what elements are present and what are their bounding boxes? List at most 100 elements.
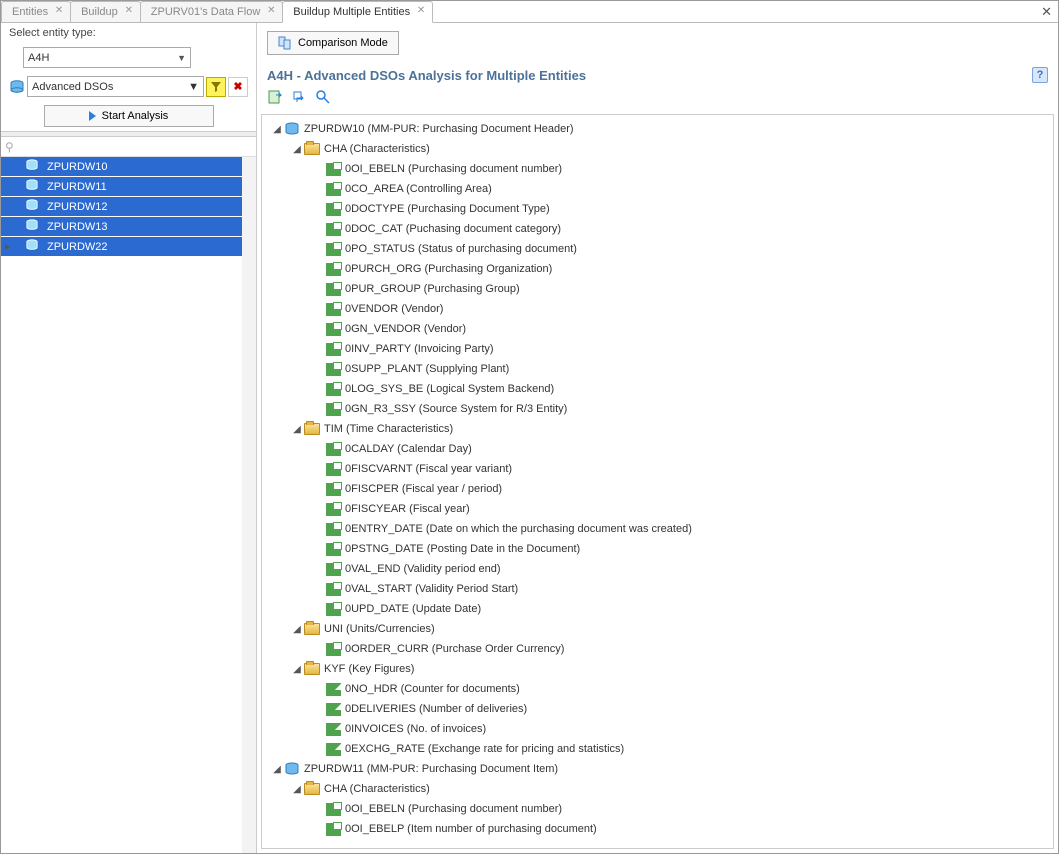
- folder-icon: [304, 783, 320, 795]
- characteristic-icon: [326, 363, 341, 376]
- tree-node[interactable]: 0OI_EBELN (Purchasing document number): [262, 799, 1053, 819]
- tree-node[interactable]: 0OI_EBELN (Purchasing document number): [262, 159, 1053, 179]
- characteristic-icon: [326, 223, 341, 236]
- toggle-icon[interactable]: ◢: [292, 784, 302, 795]
- list-item[interactable]: ZPURDW12: [1, 197, 242, 217]
- tree-node-label: 0VAL_START (Validity Period Start): [345, 583, 518, 595]
- tree-node[interactable]: 0PUR_GROUP (Purchasing Group): [262, 279, 1053, 299]
- tree-node[interactable]: 0NO_HDR (Counter for documents): [262, 679, 1053, 699]
- tab-entities[interactable]: Entities ✕: [1, 1, 71, 22]
- tree-node[interactable]: ◢ ZPURDW10 (MM-PUR: Purchasing Document H…: [262, 119, 1053, 139]
- list-filter-row[interactable]: ⚲: [1, 137, 256, 157]
- tree-node[interactable]: ◢CHA (Characteristics): [262, 139, 1053, 159]
- expand-icon[interactable]: ▸: [5, 240, 11, 253]
- tree-node-label: 0DOCTYPE (Purchasing Document Type): [345, 203, 550, 215]
- close-icon[interactable]: ✕: [124, 7, 134, 17]
- tree-node[interactable]: 0DELIVERIES (Number of deliveries): [262, 699, 1053, 719]
- tree-node[interactable]: 0INVOICES (No. of invoices): [262, 719, 1053, 739]
- keyfigure-icon: [326, 703, 341, 716]
- list-item[interactable]: ZPURDW13: [1, 217, 242, 237]
- export-icon[interactable]: [267, 89, 283, 108]
- database-icon: [25, 219, 39, 234]
- tree-node-label: TIM (Time Characteristics): [324, 423, 453, 435]
- entity-type-combo[interactable]: A4H ▼: [23, 47, 191, 68]
- analysis-tree[interactable]: ◢ZPURDW10 (MM-PUR: Purchasing Document H…: [261, 114, 1054, 849]
- tree-node[interactable]: 0OI_EBELP (Item number of purchasing doc…: [262, 819, 1053, 839]
- tree-node[interactable]: 0LOG_SYS_BE (Logical System Backend): [262, 379, 1053, 399]
- list-item-label: ZPURDW12: [47, 201, 108, 213]
- clear-filter-icon[interactable]: ✖: [228, 77, 248, 97]
- tab-buildup[interactable]: Buildup✕: [70, 1, 141, 22]
- tab-buildup-multiple-entities[interactable]: Buildup Multiple Entities✕: [282, 1, 433, 23]
- characteristic-icon: [326, 483, 341, 496]
- tree-node-label: 0PSTNG_DATE (Posting Date in the Documen…: [345, 543, 580, 555]
- characteristic-icon: [326, 503, 341, 516]
- tree-node[interactable]: 0EXCHG_RATE (Exchange rate for pricing a…: [262, 739, 1053, 759]
- comparison-mode-label: Comparison Mode: [298, 37, 388, 49]
- tree-node-label: 0INVOICES (No. of invoices): [345, 723, 486, 735]
- close-icon[interactable]: ✕: [1041, 4, 1052, 20]
- tree-node[interactable]: 0DOC_CAT (Puchasing document category): [262, 219, 1053, 239]
- tree-node[interactable]: 0PSTNG_DATE (Posting Date in the Documen…: [262, 539, 1053, 559]
- tab-zpurv01-s-data-flow[interactable]: ZPURV01's Data Flow✕: [140, 1, 284, 22]
- tree-node-label: 0LOG_SYS_BE (Logical System Backend): [345, 383, 554, 395]
- tree-node[interactable]: 0VENDOR (Vendor): [262, 299, 1053, 319]
- tree-node[interactable]: ◢KYF (Key Figures): [262, 659, 1053, 679]
- chevron-down-icon: ▼: [188, 81, 199, 93]
- characteristic-icon: [326, 523, 341, 536]
- tree-node-label: UNI (Units/Currencies): [324, 623, 435, 635]
- tree-node[interactable]: 0PO_STATUS (Status of purchasing documen…: [262, 239, 1053, 259]
- tree-node[interactable]: ◢ZPURDW11 (MM-PUR: Purchasing Document I…: [262, 759, 1053, 779]
- tree-node[interactable]: 0PURCH_ORG (Purchasing Organization): [262, 259, 1053, 279]
- tree-node[interactable]: 0GN_R3_SSY (Source System for R/3 Entity…: [262, 399, 1053, 419]
- search-icon[interactable]: [315, 89, 331, 108]
- tree-node[interactable]: 0CALDAY (Calendar Day): [262, 439, 1053, 459]
- tree-node[interactable]: ◢ CHA (Characteristics): [262, 779, 1053, 799]
- toggle-icon[interactable]: ◢: [292, 624, 302, 635]
- tree-node[interactable]: 0FISCYEAR (Fiscal year): [262, 499, 1053, 519]
- filter-icon[interactable]: [206, 77, 226, 97]
- tree-node[interactable]: 0VAL_START (Validity Period Start): [262, 579, 1053, 599]
- toggle-icon[interactable]: ◢: [292, 424, 302, 435]
- characteristic-icon: [326, 583, 341, 596]
- keyfigure-icon: [326, 743, 341, 756]
- help-icon[interactable]: ?: [1032, 67, 1048, 83]
- tree-node-label: 0CO_AREA (Controlling Area): [345, 183, 492, 195]
- list-item[interactable]: ▸ZPURDW22: [1, 237, 242, 257]
- tree-node[interactable]: 0DOCTYPE (Purchasing Document Type): [262, 199, 1053, 219]
- close-icon[interactable]: ✕: [54, 7, 64, 17]
- list-item[interactable]: ZPURDW10: [1, 157, 242, 177]
- close-icon[interactable]: ✕: [266, 7, 276, 17]
- close-icon[interactable]: ✕: [416, 7, 426, 17]
- tree-node[interactable]: 0INV_PARTY (Invoicing Party): [262, 339, 1053, 359]
- tree-node-label: ZPURDW10 (MM-PUR: Purchasing Document He…: [304, 123, 574, 135]
- tree-node[interactable]: ◢ UNI (Units/Currencies): [262, 619, 1053, 639]
- list-item[interactable]: ZPURDW11: [1, 177, 242, 197]
- comparison-mode-button[interactable]: Comparison Mode: [267, 31, 399, 55]
- folder-icon: [304, 663, 320, 675]
- toggle-icon[interactable]: ◢: [292, 144, 302, 155]
- toggle-icon[interactable]: ◢: [272, 124, 282, 135]
- scope-combo[interactable]: Advanced DSOs ▼: [27, 76, 204, 97]
- tree-node[interactable]: 0FISCVARNT (Fiscal year variant): [262, 459, 1053, 479]
- tree-node[interactable]: 0ENTRY_DATE (Date on which the purchasin…: [262, 519, 1053, 539]
- tree-node[interactable]: 0ORDER_CURR (Purchase Order Currency): [262, 639, 1053, 659]
- action-icon[interactable]: [291, 89, 307, 108]
- tree-node[interactable]: 0CO_AREA (Controlling Area): [262, 179, 1053, 199]
- database-icon: [25, 199, 39, 214]
- tree-node-label: 0PUR_GROUP (Purchasing Group): [345, 283, 520, 295]
- toggle-icon[interactable]: ◢: [272, 764, 282, 775]
- tree-node[interactable]: 0FISCPER (Fiscal year / period): [262, 479, 1053, 499]
- toggle-icon[interactable]: ◢: [292, 664, 302, 675]
- tab-label: Entities: [12, 6, 48, 18]
- tree-node[interactable]: 0VAL_END (Validity period end): [262, 559, 1053, 579]
- folder-icon: [304, 143, 320, 155]
- tree-node-label: CHA (Characteristics): [324, 783, 430, 795]
- start-analysis-button[interactable]: Start Analysis: [44, 105, 214, 127]
- tree-node[interactable]: 0SUPP_PLANT (Supplying Plant): [262, 359, 1053, 379]
- tree-node-label: 0ENTRY_DATE (Date on which the purchasin…: [345, 523, 692, 535]
- filter-glyph: ⚲: [5, 140, 14, 154]
- tree-node[interactable]: 0GN_VENDOR (Vendor): [262, 319, 1053, 339]
- tree-node[interactable]: 0UPD_DATE (Update Date): [262, 599, 1053, 619]
- tree-node[interactable]: ◢ TIM (Time Characteristics): [262, 419, 1053, 439]
